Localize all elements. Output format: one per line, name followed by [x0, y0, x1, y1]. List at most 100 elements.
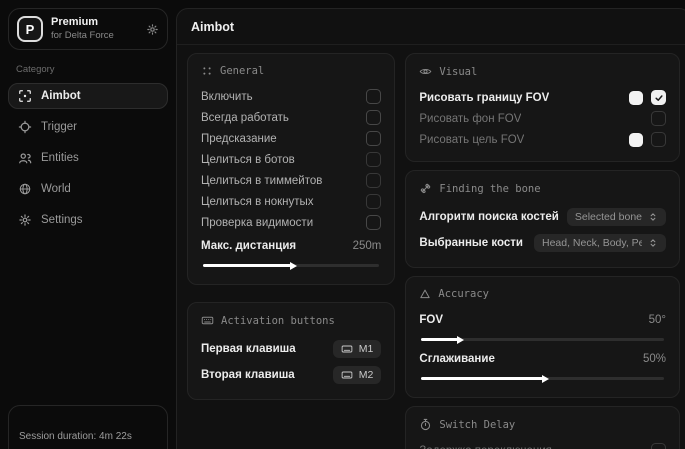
visibility-check-checkbox[interactable] [366, 215, 381, 230]
smoothing-slider[interactable] [421, 377, 664, 380]
users-icon [18, 151, 32, 165]
slider-thumb[interactable] [457, 336, 464, 344]
slider-thumb[interactable] [542, 375, 549, 383]
content-columns: General Включить Всегда работать Предска… [177, 45, 685, 449]
slider-label: Сглаживание [419, 353, 494, 365]
keybind-row-first: Первая клавиша M1 [201, 336, 381, 362]
sidebar: P Premium for Delta Force Category [0, 0, 168, 449]
enable-checkbox[interactable] [366, 89, 381, 104]
panel-title: General [220, 65, 264, 77]
setting-label: Задержка переключения [419, 445, 551, 449]
panel-activation-buttons: Activation buttons Первая клавиша M1 [187, 302, 395, 400]
panel-activation-header: Activation buttons [201, 314, 381, 327]
main-panel: Aimbot General [176, 8, 685, 449]
panel-switch-delay-header: Switch Delay [419, 418, 666, 431]
fov-background-checkbox[interactable] [651, 111, 666, 126]
target-teammates-checkbox[interactable] [366, 173, 381, 188]
sidebar-item-trigger[interactable]: Trigger [8, 114, 168, 140]
globe-icon [18, 182, 32, 196]
panel-visual: Visual Рисовать границу FOV [405, 53, 680, 162]
visual-row-fov-target: Рисовать цель FOV [419, 129, 666, 150]
brand-card: P Premium for Delta Force [8, 8, 168, 50]
panel-general-header: General [201, 65, 381, 77]
max-distance-slider[interactable] [203, 264, 379, 267]
setting-label: Целиться в тиммейтов [201, 175, 322, 187]
fov-border-color-swatch[interactable] [629, 91, 643, 105]
keyboard-icon [201, 314, 214, 327]
panel-accuracy: Accuracy FOV 50° [405, 276, 680, 398]
setting-row-visibility-check: Проверка видимости [201, 212, 381, 233]
keybind-row-second: Вторая клавиша M2 [201, 362, 381, 388]
bone-algorithm-row: Алгоритм поиска костей Selected bone [419, 204, 666, 230]
switch-delay-checkbox[interactable] [651, 443, 666, 449]
bone-algorithm-dropdown[interactable]: Selected bone [567, 208, 666, 226]
panel-title: Visual [439, 66, 477, 78]
first-key-button[interactable]: M1 [333, 340, 382, 358]
always-work-checkbox[interactable] [366, 110, 381, 125]
sidebar-item-world[interactable]: World [8, 176, 168, 202]
aimbot-crosshair-icon [18, 89, 32, 103]
slider-fill [421, 377, 542, 380]
brand-logo: P [17, 16, 43, 42]
sidebar-item-aimbot[interactable]: Aimbot [8, 83, 168, 109]
setting-label: Рисовать фон FOV [419, 113, 521, 125]
stopwatch-icon [419, 418, 432, 431]
setting-label: Выбранные кости [419, 237, 523, 249]
sidebar-item-label: Settings [41, 214, 83, 226]
setting-row-always-work: Всегда работать [201, 107, 381, 128]
setting-label: Рисовать границу FOV [419, 92, 549, 104]
setting-row-prediction: Предсказание [201, 128, 381, 149]
key-value: M1 [359, 343, 374, 355]
selected-bones-dropdown[interactable]: Head, Neck, Body, Pe.. [534, 234, 666, 252]
sidebar-nav: Aimbot Trigger [8, 83, 168, 233]
bone-icon [419, 182, 432, 195]
slider-fill [421, 338, 457, 341]
slider-label-row: Макс. дистанция 250m [201, 235, 381, 256]
panel-title: Activation buttons [221, 315, 335, 327]
fov-slider[interactable] [421, 338, 664, 341]
setting-label: Включить [201, 91, 253, 103]
setting-label: Рисовать цель FOV [419, 134, 524, 146]
setting-label: Всегда работать [201, 112, 289, 124]
check-icon [654, 93, 664, 103]
sidebar-item-settings[interactable]: Settings [8, 207, 168, 233]
setting-label: Целиться в ботов [201, 154, 295, 166]
keybind-label: Первая клавиша [201, 343, 296, 355]
brand-gear-icon[interactable] [146, 23, 159, 36]
target-knocked-checkbox[interactable] [366, 194, 381, 209]
panel-visual-header: Visual [419, 65, 666, 78]
page-title: Aimbot [191, 20, 234, 34]
slider-thumb[interactable] [290, 262, 297, 270]
brand-text: Premium for Delta Force [51, 16, 138, 42]
panel-finding-header: Finding the bone [419, 182, 666, 195]
max-distance-setting: Макс. дистанция 250m [201, 235, 381, 267]
chevron-up-down-icon [648, 212, 658, 222]
brand-title: Premium [51, 16, 138, 30]
slider-value: 50° [649, 314, 666, 326]
left-column: General Включить Всегда работать Предска… [187, 53, 395, 449]
slider-label: FOV [419, 314, 443, 326]
panel-accuracy-header: Accuracy [419, 288, 666, 300]
target-bots-checkbox[interactable] [366, 152, 381, 167]
brand-subtitle: for Delta Force [51, 30, 138, 42]
sidebar-item-entities[interactable]: Entities [8, 145, 168, 171]
selected-bones-row: Выбранные кости Head, Neck, Body, Pe.. [419, 230, 666, 256]
panel-finding-bone: Finding the bone Алгоритм поиска костей … [405, 170, 680, 268]
second-key-button[interactable]: M2 [333, 366, 382, 384]
slider-value: 50% [643, 353, 666, 365]
slider-label-row: Сглаживание 50% [419, 348, 666, 369]
slider-label: Макс. дистанция [201, 240, 296, 252]
fov-border-checkbox[interactable] [651, 90, 666, 105]
fov-target-checkbox[interactable] [651, 132, 666, 147]
sidebar-item-label: Entities [41, 152, 79, 164]
panel-title: Accuracy [438, 288, 489, 300]
sidebar-item-label: Trigger [41, 121, 77, 133]
slider-label-row: FOV 50° [419, 309, 666, 330]
panel-general: General Включить Всегда работать Предска… [187, 53, 395, 285]
gear-icon [18, 213, 32, 227]
fov-target-color-swatch[interactable] [629, 133, 643, 147]
prediction-checkbox[interactable] [366, 131, 381, 146]
setting-label: Целиться в нокнутых [201, 196, 314, 208]
dropdown-value: Head, Neck, Body, Pe.. [542, 237, 642, 249]
switch-delay-toggle-row: Задержка переключения [419, 440, 666, 449]
